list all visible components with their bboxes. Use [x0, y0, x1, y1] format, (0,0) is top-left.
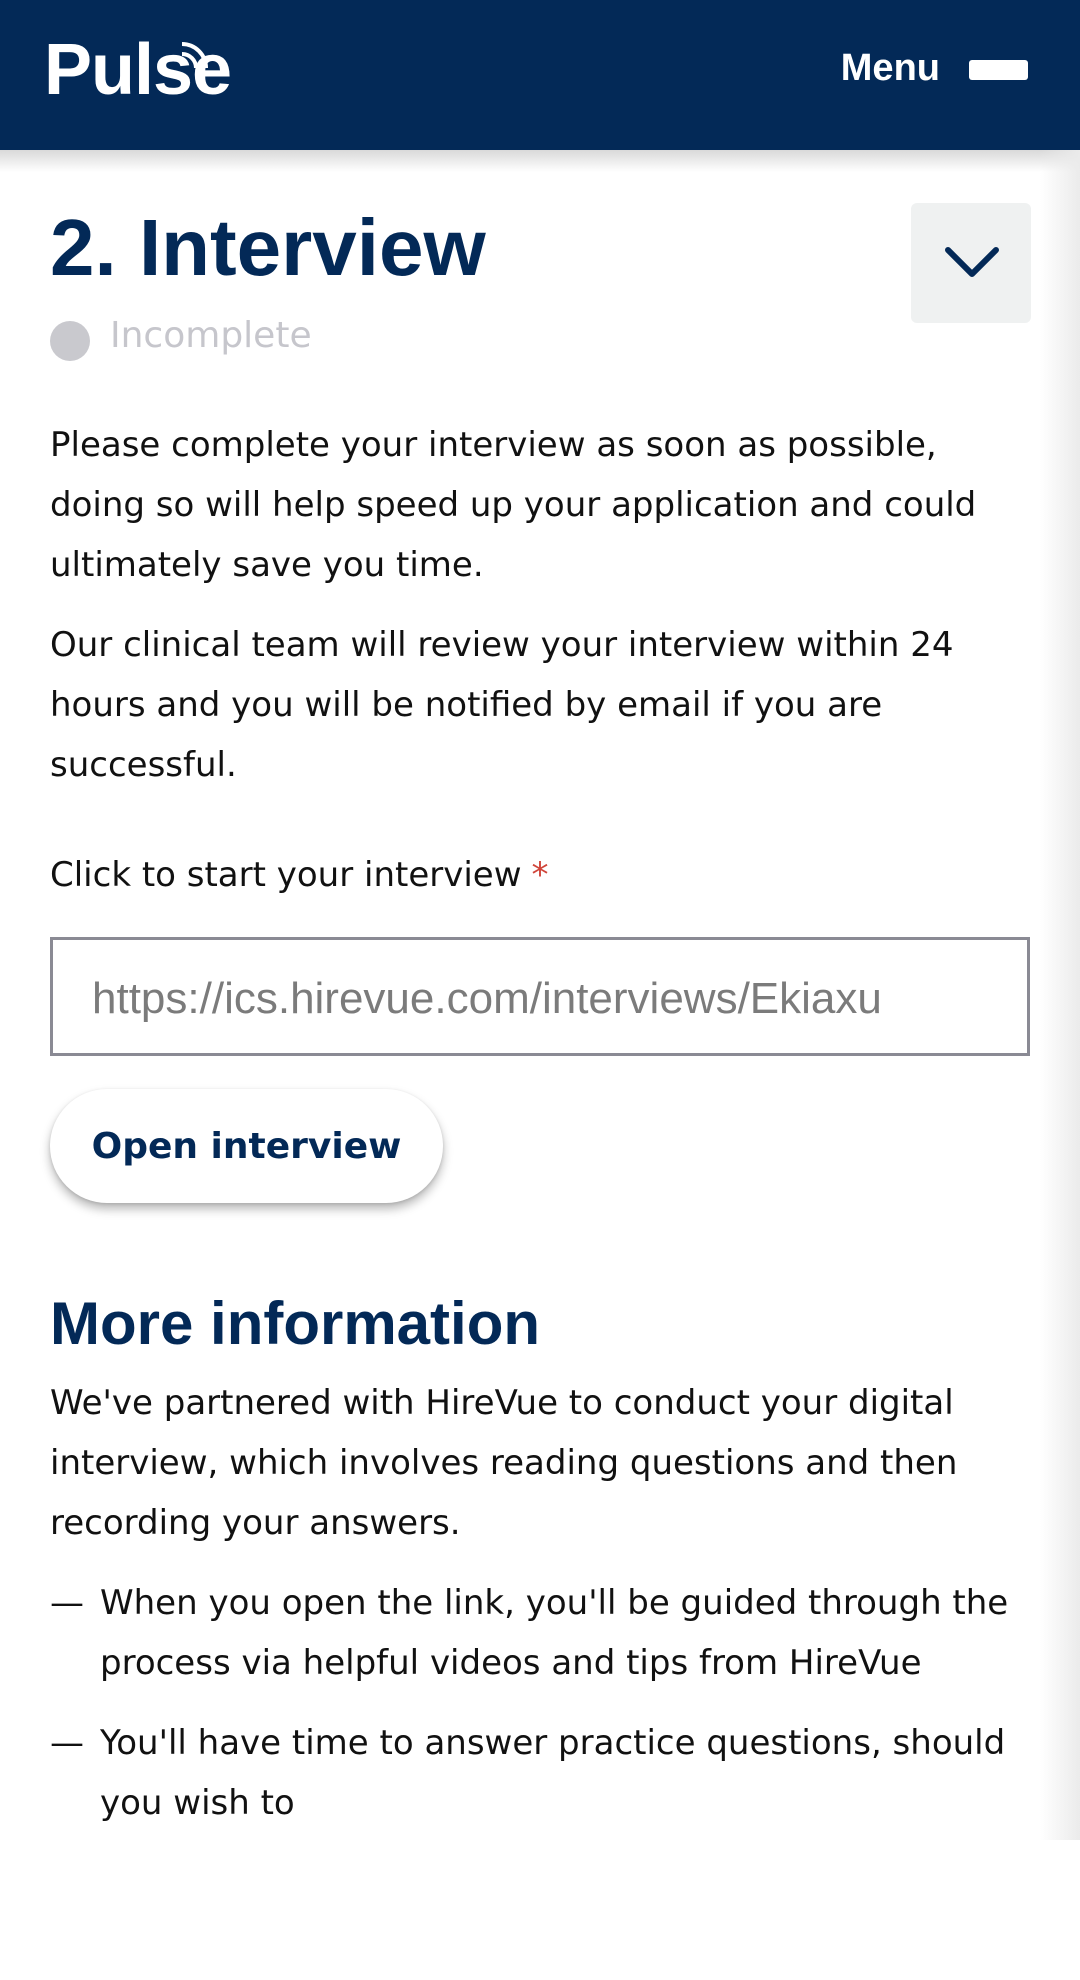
scroll-edge-shade: [1040, 150, 1080, 1840]
list-item: — You'll have time to answer practice qu…: [50, 1713, 1030, 1833]
more-information-paragraph: We've partnered with HireVue to conduct …: [50, 1383, 958, 1543]
field-label-text: Click to start your interview: [50, 855, 522, 895]
interview-url-field[interactable]: https://ics.hirevue.com/interviews/Ekiax…: [50, 937, 1030, 1056]
more-information-heading: More information: [50, 1290, 540, 1357]
review-paragraph: Our clinical team will review your inter…: [50, 625, 954, 785]
chevron-down-icon: [945, 247, 999, 277]
list-item: — When you open the link, you'll be guid…: [50, 1573, 1030, 1693]
list-item-text: When you open the link, you'll be guided…: [100, 1583, 1009, 1683]
signal-waves-icon: [181, 42, 208, 69]
status-label: Incomplete: [110, 315, 312, 356]
header-shadow: [0, 150, 1080, 172]
collapse-section-button[interactable]: [911, 203, 1031, 323]
menu-button[interactable]: Menu: [841, 48, 940, 88]
bullet-dash: —: [50, 1583, 84, 1623]
interview-url-value: https://ics.hirevue.com/interviews/Ekiax…: [92, 974, 882, 1023]
section-title: 2. Interview: [50, 203, 486, 292]
status-indicator-icon: [50, 321, 90, 361]
open-interview-button[interactable]: Open interview: [50, 1089, 443, 1203]
list-item-text: You'll have time to answer practice ques…: [100, 1723, 1006, 1823]
top-navigation-bar: Pulse Menu: [0, 0, 1080, 150]
required-indicator: *: [531, 855, 549, 895]
intro-paragraph: Please complete your interview as soon a…: [50, 425, 977, 585]
bullet-dash: —: [50, 1723, 84, 1763]
hamburger-icon[interactable]: [969, 60, 1028, 80]
interview-link-label: Click to start your interview *: [50, 845, 549, 905]
